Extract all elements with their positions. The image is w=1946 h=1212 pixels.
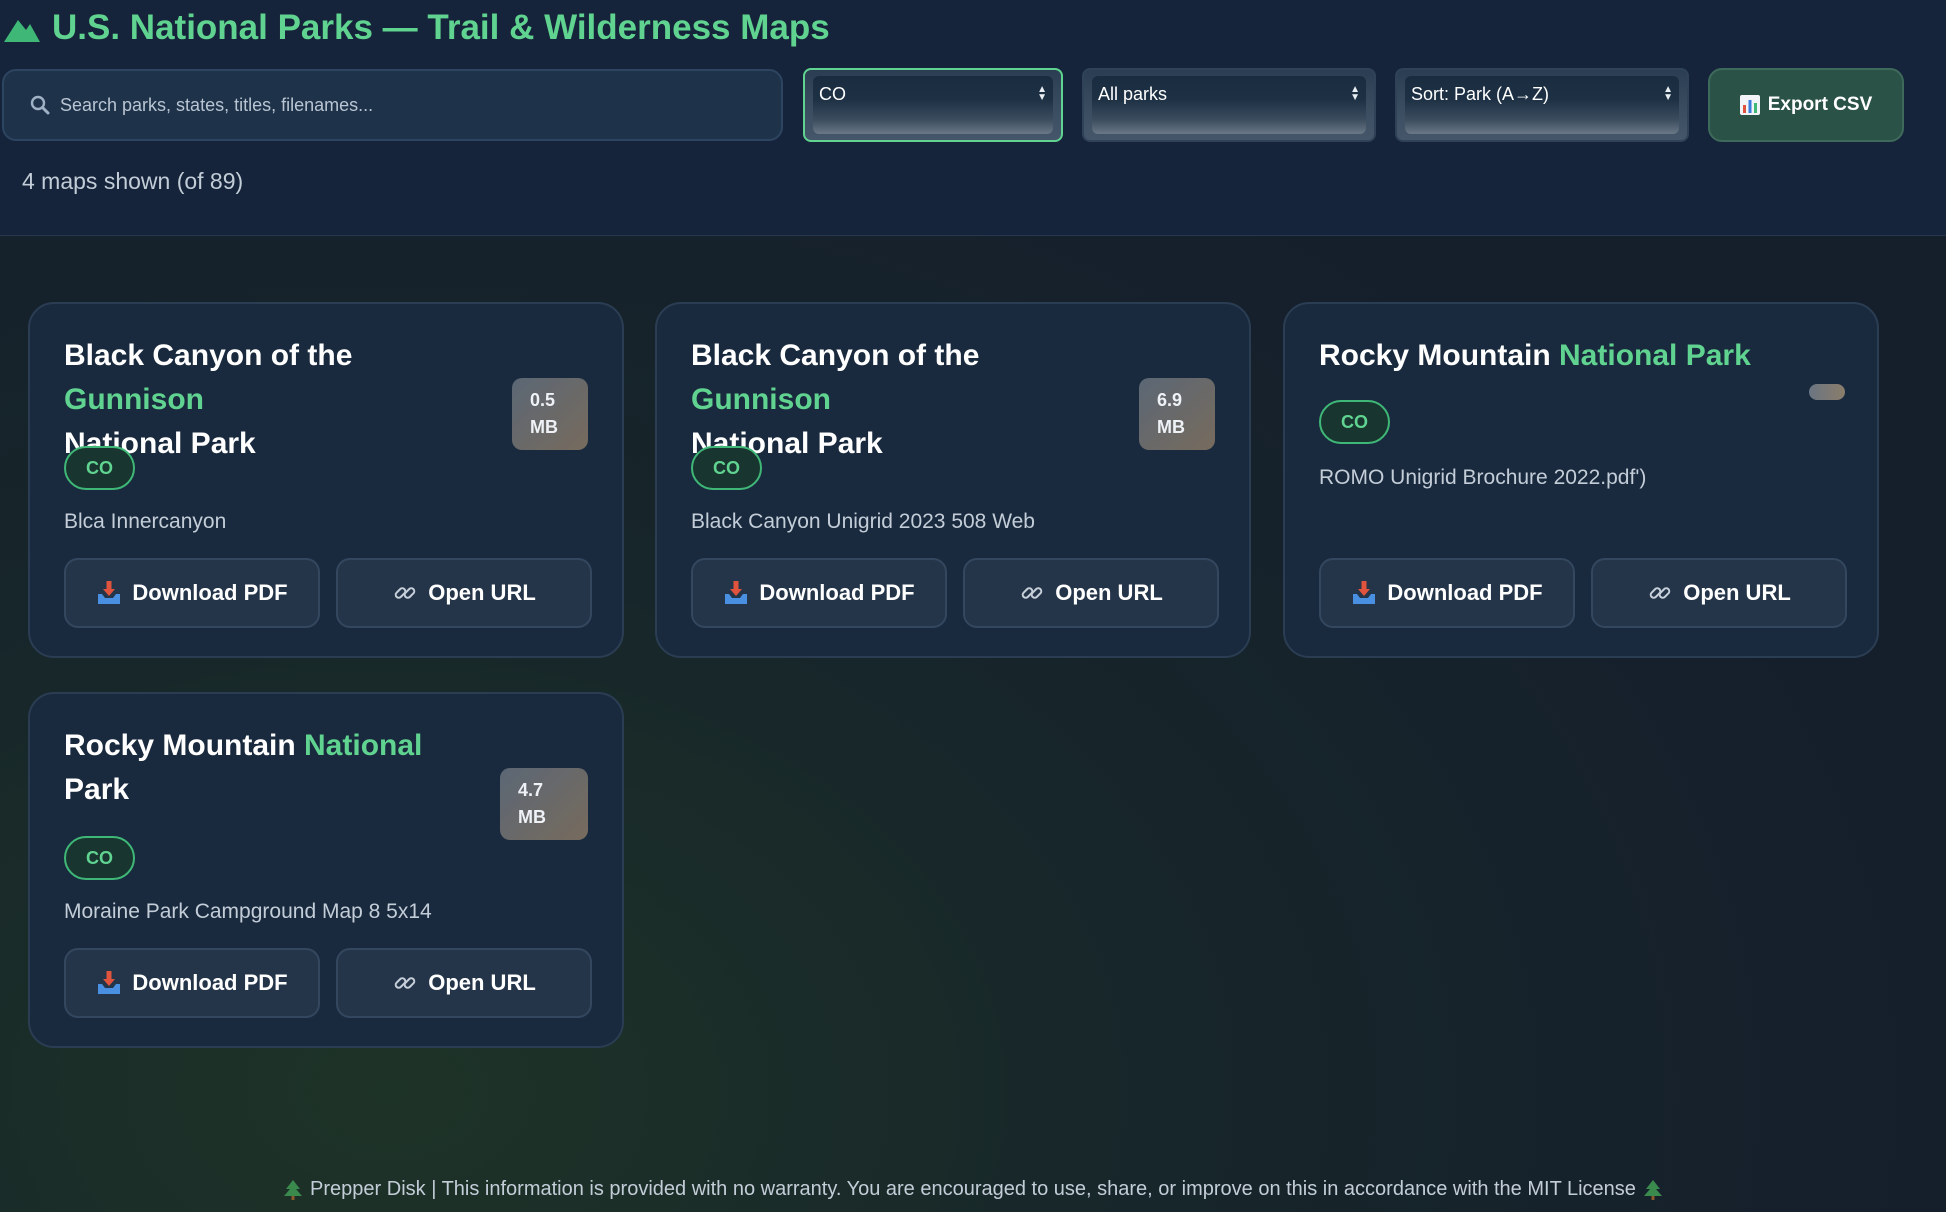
sort-select-value: Sort: Park (A→Z) xyxy=(1411,83,1550,104)
open-url-button[interactable]: Open URL xyxy=(336,948,592,1018)
sort-select[interactable]: Sort: Park (A→Z) ▲ ▼ xyxy=(1395,68,1689,142)
inbox-tray-icon xyxy=(98,971,121,994)
state-badge: CO xyxy=(1319,400,1390,444)
card-title-highlight: National Park xyxy=(1559,339,1751,372)
file-size-value: 4.7 xyxy=(518,780,544,800)
map-card: Black Canyon of the Gunnison National Par… xyxy=(28,302,624,658)
card-title-part: Black Canyon of the xyxy=(64,339,353,372)
open-url-label: Open URL xyxy=(428,970,536,995)
card-title: Black Canyon of the Gunnison National Par… xyxy=(691,334,1121,466)
results-count: 4 maps shown (of 89) xyxy=(22,168,244,194)
mountain-icon xyxy=(4,20,40,42)
card-title-part: Rocky Mountain xyxy=(64,729,305,762)
map-card: Rocky Mountain National Park CO ROMO Uni… xyxy=(1283,302,1879,658)
evergreen-tree-icon xyxy=(1643,1179,1662,1200)
card-title-part: Park xyxy=(64,773,130,806)
search-box[interactable] xyxy=(2,69,783,141)
download-pdf-button[interactable]: Download PDF xyxy=(1319,558,1575,628)
download-pdf-button[interactable]: Download PDF xyxy=(64,558,320,628)
park-select-value: All parks xyxy=(1098,83,1168,104)
state-select-value: CO xyxy=(819,83,846,104)
select-arrows-icon: ▲ ▼ xyxy=(1037,84,1047,103)
footer-text: Prepper Disk | This information is provi… xyxy=(310,1178,1636,1200)
file-size-badge: 6.9 MB xyxy=(1139,378,1215,450)
footer: Prepper Disk | This information is provi… xyxy=(0,1178,1946,1201)
file-size-unit: MB xyxy=(1157,417,1185,437)
download-pdf-label: Download PDF xyxy=(132,580,288,605)
download-pdf-button[interactable]: Download PDF xyxy=(64,948,320,1018)
bar-chart-icon xyxy=(1739,95,1760,115)
magnifier-icon xyxy=(30,95,50,115)
link-icon xyxy=(1021,587,1043,599)
map-filename: ROMO Unigrid Brochure 2022.pdf') xyxy=(1319,466,1647,489)
card-title-highlight: National xyxy=(304,729,423,762)
card-title-part: Rocky Mountain xyxy=(1319,339,1560,372)
file-size-badge: 0.5 MB xyxy=(512,378,588,450)
link-icon xyxy=(1649,587,1671,599)
open-url-button[interactable]: Open URL xyxy=(1591,558,1847,628)
evergreen-tree-icon xyxy=(284,1179,303,1200)
top-header: U.S. National Parks — Trail & Wilderness… xyxy=(0,0,1946,236)
map-filename: Moraine Park Campground Map 8 5x14 xyxy=(64,900,432,923)
page-title-text: U.S. National Parks — Trail & Wilderness… xyxy=(52,8,830,47)
export-csv-label: Export CSV xyxy=(1767,94,1873,115)
file-size-value: 0.5 xyxy=(530,390,556,410)
card-title: Black Canyon of the Gunnison National Par… xyxy=(64,334,494,466)
inbox-tray-icon xyxy=(725,581,748,604)
download-pdf-button[interactable]: Download PDF xyxy=(691,558,947,628)
state-badge: CO xyxy=(64,836,135,880)
card-title-highlight: Gunnison xyxy=(64,383,204,416)
inbox-tray-icon xyxy=(98,581,121,604)
link-icon xyxy=(394,587,416,599)
park-select[interactable]: All parks ▲ ▼ xyxy=(1082,68,1376,142)
card-title-part: Black Canyon of the xyxy=(691,339,980,372)
open-url-label: Open URL xyxy=(1683,580,1791,605)
open-url-label: Open URL xyxy=(1055,580,1163,605)
card-title: Rocky Mountain National Park xyxy=(64,724,444,812)
select-arrows-icon: ▲ ▼ xyxy=(1663,84,1673,103)
map-filename: Blca Innercanyon xyxy=(64,510,227,533)
state-select[interactable]: CO ▲ ▼ xyxy=(803,68,1063,142)
file-size-value: 6.9 xyxy=(1157,390,1183,410)
map-card: Black Canyon of the Gunnison National Par… xyxy=(655,302,1251,658)
card-title-highlight: Gunnison xyxy=(691,383,831,416)
link-icon xyxy=(394,977,416,989)
map-filename: Black Canyon Unigrid 2023 508 Web xyxy=(691,510,1035,533)
open-url-label: Open URL xyxy=(428,580,536,605)
file-size-unit: MB xyxy=(530,417,558,437)
select-arrows-icon: ▲ ▼ xyxy=(1350,84,1360,103)
open-url-button[interactable]: Open URL xyxy=(963,558,1219,628)
file-size-badge xyxy=(1809,384,1845,400)
card-title: Rocky Mountain National Park xyxy=(1319,334,1819,378)
download-pdf-label: Download PDF xyxy=(759,580,915,605)
download-pdf-label: Download PDF xyxy=(132,970,288,995)
download-pdf-label: Download PDF xyxy=(1387,580,1543,605)
export-csv-button[interactable]: Export CSV xyxy=(1708,68,1904,142)
file-size-badge: 4.7 MB xyxy=(500,768,588,840)
open-url-button[interactable]: Open URL xyxy=(336,558,592,628)
state-badge: CO xyxy=(64,446,135,490)
map-card: Rocky Mountain National Park 4.7 MB CO Mo… xyxy=(28,692,624,1048)
state-badge: CO xyxy=(691,446,762,490)
file-size-unit: MB xyxy=(518,807,546,827)
page-title: U.S. National Parks — Trail & Wilderness… xyxy=(4,6,830,50)
search-input[interactable] xyxy=(60,94,760,116)
inbox-tray-icon xyxy=(1353,581,1376,604)
